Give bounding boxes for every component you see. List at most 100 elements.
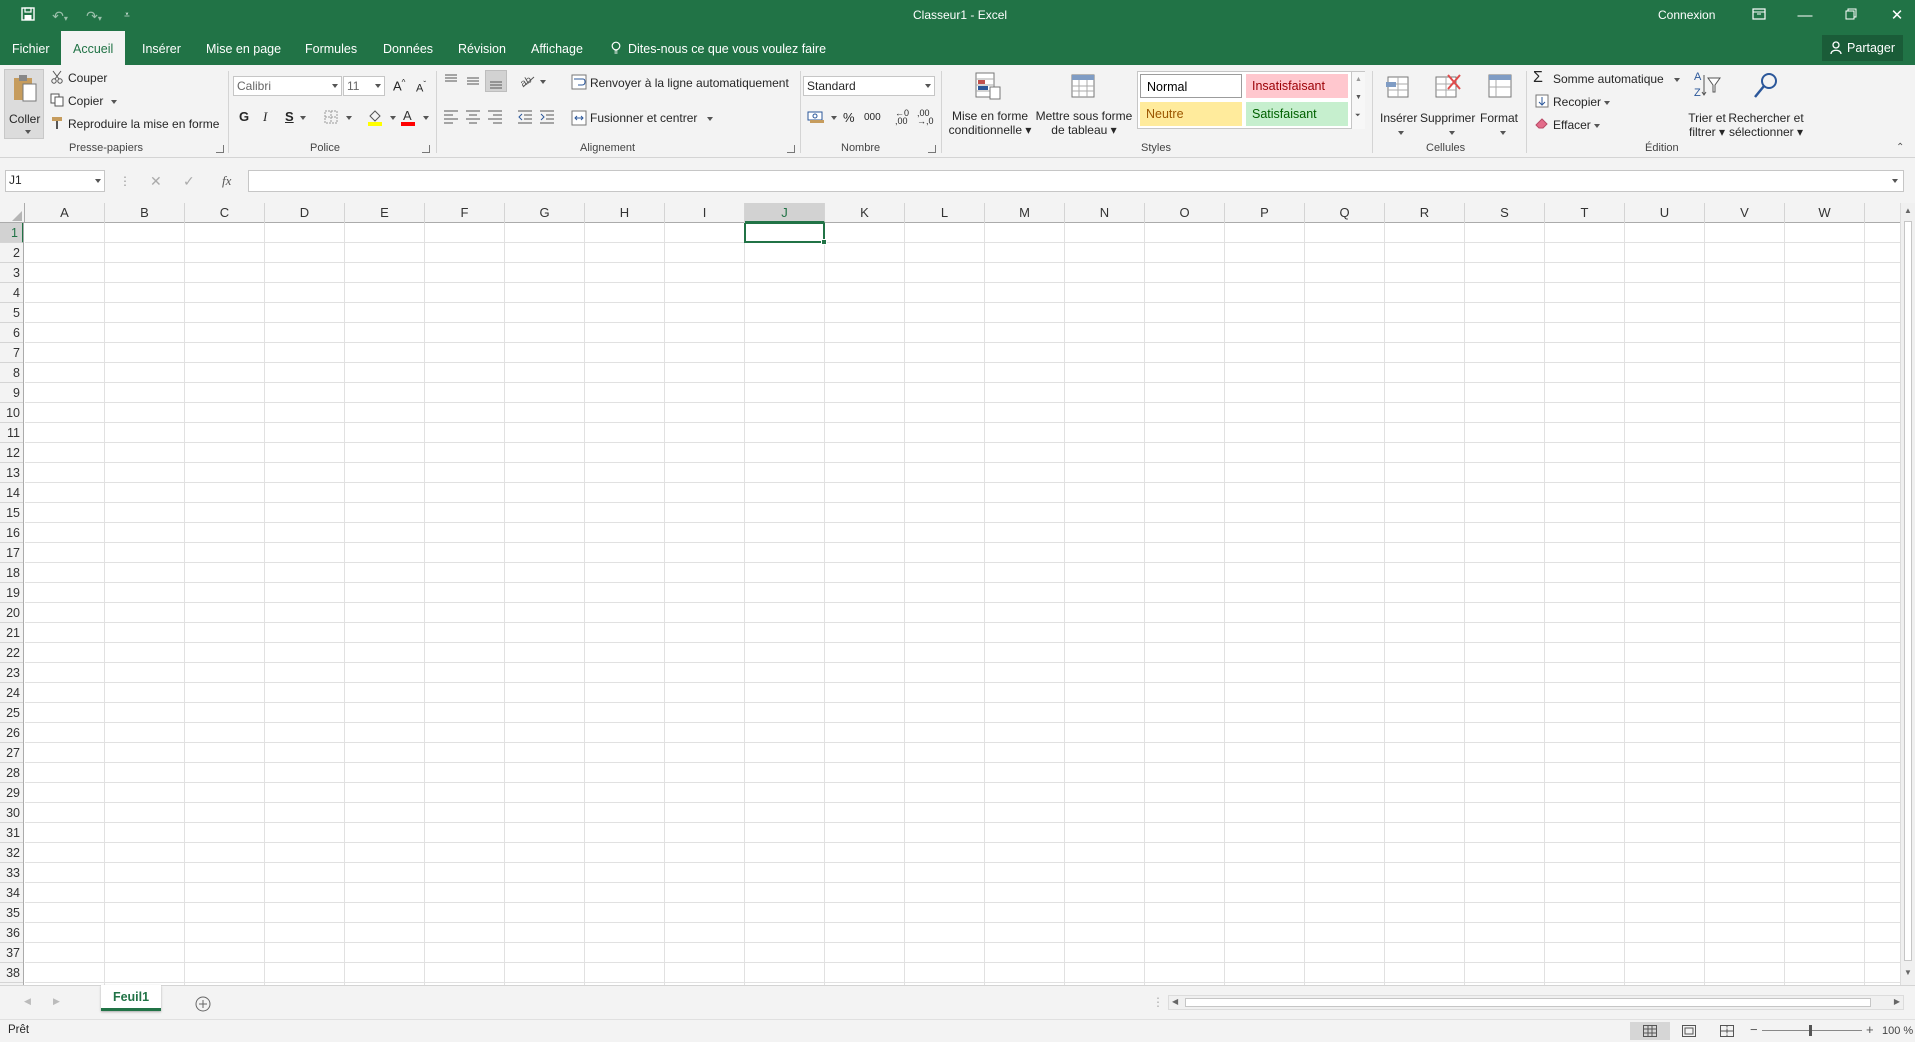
style-good[interactable]: Satisfaisant xyxy=(1246,102,1348,126)
undo-icon[interactable]: ↶▾ xyxy=(48,6,72,26)
next-sheet-icon[interactable]: ▶ xyxy=(53,996,60,1007)
row-header[interactable]: 13 xyxy=(0,463,23,483)
number-format-select[interactable]: Standard xyxy=(803,76,935,96)
row-header[interactable]: 18 xyxy=(0,563,23,583)
align-left-icon[interactable] xyxy=(443,108,459,124)
row-header[interactable]: 3 xyxy=(0,263,23,283)
horizontal-scrollbar[interactable]: ◀ ▶ xyxy=(1168,995,1904,1010)
column-header[interactable]: H xyxy=(585,203,665,223)
vertical-scrollbar[interactable]: ▲ ▼ xyxy=(1900,203,1915,985)
column-header[interactable]: G xyxy=(505,203,585,223)
thousands-separator-button[interactable]: 000 xyxy=(864,112,881,123)
currency-format-icon[interactable] xyxy=(807,109,825,125)
row-header[interactable]: 22 xyxy=(0,643,23,663)
row-header[interactable]: 28 xyxy=(0,763,23,783)
row-header[interactable]: 30 xyxy=(0,803,23,823)
sort-filter-button[interactable]: AZ Trier et filtrer ▾ xyxy=(1686,69,1728,139)
formula-bar-options-icon[interactable]: ⋮ xyxy=(119,174,131,188)
autosum-button[interactable]: Somme automatique xyxy=(1553,72,1680,86)
fill-button[interactable]: Recopier xyxy=(1553,95,1611,109)
tab-split-handle[interactable]: ⋮ xyxy=(1152,995,1164,1009)
row-header[interactable]: 24 xyxy=(0,683,23,703)
font-launcher-icon[interactable] xyxy=(422,145,430,153)
decrease-indent-icon[interactable] xyxy=(517,108,533,124)
font-size-select[interactable]: 11 xyxy=(343,76,385,96)
row-header[interactable]: 10 xyxy=(0,403,23,423)
align-middle-icon[interactable] xyxy=(465,73,481,89)
tell-me-icon[interactable] xyxy=(611,31,621,65)
column-header[interactable]: L xyxy=(905,203,985,223)
grow-font-icon[interactable]: A^ xyxy=(393,78,405,93)
bold-button[interactable]: G xyxy=(239,109,249,124)
close-icon[interactable]: ✕ xyxy=(1874,0,1915,31)
column-header[interactable]: I xyxy=(665,203,745,223)
row-header[interactable]: 21 xyxy=(0,623,23,643)
column-header[interactable]: O xyxy=(1145,203,1225,223)
column-header[interactable]: J xyxy=(745,203,825,223)
column-header[interactable]: F xyxy=(425,203,505,223)
find-select-button[interactable]: Rechercher et sélectionner ▾ xyxy=(1728,69,1804,139)
share-button[interactable]: Partager xyxy=(1821,35,1903,61)
row-header[interactable]: 4 xyxy=(0,283,23,303)
row-header[interactable]: 8 xyxy=(0,363,23,383)
orientation-icon[interactable]: ab xyxy=(519,73,537,89)
minimize-icon[interactable]: — xyxy=(1782,0,1828,31)
row-header[interactable]: 14 xyxy=(0,483,23,503)
row-header[interactable]: 17 xyxy=(0,543,23,563)
shrink-font-icon[interactable]: Aˇ xyxy=(416,80,426,95)
column-header[interactable]: E xyxy=(345,203,425,223)
align-center-icon[interactable] xyxy=(465,108,481,124)
align-bottom-button[interactable] xyxy=(485,70,507,92)
zoom-slider[interactable] xyxy=(1762,1030,1862,1031)
style-normal[interactable]: Normal xyxy=(1140,74,1242,98)
column-header[interactable]: B xyxy=(105,203,185,223)
row-header[interactable]: 23 xyxy=(0,663,23,683)
format-painter-button[interactable]: Reproduire la mise en forme xyxy=(68,117,219,131)
column-header[interactable]: C xyxy=(185,203,265,223)
delete-cells-button[interactable]: Supprimer xyxy=(1420,69,1478,139)
column-header[interactable]: N xyxy=(1065,203,1145,223)
name-box[interactable]: J1 xyxy=(5,170,105,192)
confirm-entry-icon[interactable]: ✓ xyxy=(183,173,195,190)
row-header[interactable]: 26 xyxy=(0,723,23,743)
row-header[interactable]: 1 xyxy=(0,223,23,243)
ribbon-display-options-icon[interactable] xyxy=(1736,0,1782,31)
gallery-down-icon[interactable]: ▼ xyxy=(1355,94,1362,101)
row-header[interactable]: 12 xyxy=(0,443,23,463)
increase-decimal-button[interactable]: ←0,00 xyxy=(895,109,909,126)
restore-icon[interactable] xyxy=(1828,0,1874,31)
clipboard-launcher-icon[interactable] xyxy=(216,145,224,153)
column-header[interactable]: W xyxy=(1785,203,1865,223)
collapse-ribbon-icon[interactable]: ⌃ xyxy=(1896,142,1904,153)
column-header[interactable]: A xyxy=(25,203,105,223)
scroll-up-icon[interactable]: ▲ xyxy=(1904,206,1912,215)
row-header[interactable]: 36 xyxy=(0,923,23,943)
insert-function-icon[interactable]: fx xyxy=(222,173,231,189)
new-sheet-icon[interactable] xyxy=(195,996,211,1012)
number-launcher-icon[interactable] xyxy=(928,145,936,153)
row-header[interactable]: 35 xyxy=(0,903,23,923)
fill-color-icon[interactable] xyxy=(367,108,383,126)
borders-icon[interactable] xyxy=(324,110,338,124)
row-header[interactable]: 19 xyxy=(0,583,23,603)
zoom-in-icon[interactable]: + xyxy=(1866,1022,1874,1037)
prev-sheet-icon[interactable]: ◀ xyxy=(24,996,31,1007)
row-header[interactable]: 31 xyxy=(0,823,23,843)
gallery-more-icon[interactable]: ⏷ xyxy=(1355,112,1361,120)
sign-in-link[interactable]: Connexion xyxy=(1658,8,1715,22)
tab-insert[interactable]: Insérer xyxy=(142,31,181,65)
page-layout-view-icon[interactable] xyxy=(1682,1025,1696,1037)
redo-icon[interactable]: ↷▾ xyxy=(82,6,106,26)
tab-file[interactable]: Fichier xyxy=(12,31,50,65)
merge-center-button[interactable]: Fusionner et centrer xyxy=(590,111,714,125)
column-header[interactable]: U xyxy=(1625,203,1705,223)
row-header[interactable]: 27 xyxy=(0,743,23,763)
column-header[interactable]: M xyxy=(985,203,1065,223)
row-header[interactable]: 11 xyxy=(0,423,23,443)
row-header[interactable]: 2 xyxy=(0,243,23,263)
paste-button[interactable]: Coller xyxy=(4,69,44,139)
row-header[interactable]: 20 xyxy=(0,603,23,623)
horizontal-scroll-thumb[interactable] xyxy=(1185,998,1871,1007)
italic-button[interactable]: I xyxy=(263,109,267,125)
insert-cells-button[interactable]: Insérer xyxy=(1376,69,1420,139)
